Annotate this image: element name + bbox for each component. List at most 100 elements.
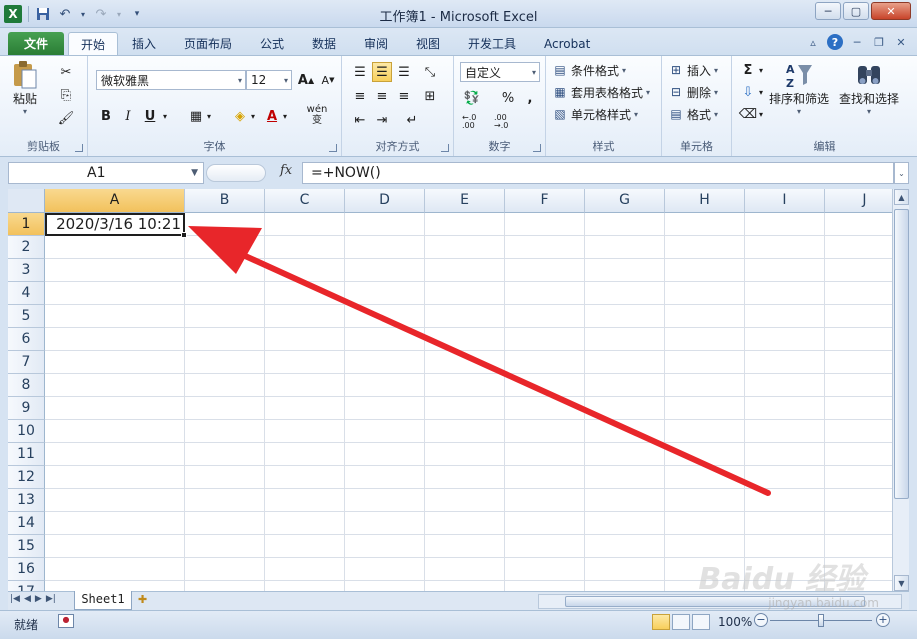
delete-cells-button[interactable]: ⊟ 删除 ▾	[668, 82, 718, 102]
prev-sheet-icon[interactable]: ◀	[24, 594, 31, 604]
tab-insert[interactable]: 插入	[120, 32, 168, 55]
name-box[interactable]: A1 ▼	[8, 162, 204, 184]
insert-cells-button[interactable]: ⊞ 插入 ▾	[668, 60, 718, 80]
workbook-close-icon[interactable]: ✕	[893, 34, 909, 50]
zoom-slider-thumb[interactable]	[818, 614, 824, 627]
zoom-out-icon[interactable]: −	[754, 613, 768, 627]
autosum-button[interactable]: Σ	[738, 60, 758, 80]
row-header-4[interactable]: 4	[8, 282, 45, 305]
grow-font-button[interactable]: A ▲	[296, 70, 316, 90]
fill-color-icon[interactable]: ◈	[230, 106, 250, 126]
decrease-indent-icon[interactable]: ⇤	[350, 110, 370, 130]
maximize-button[interactable]: ▢	[843, 2, 869, 20]
column-header-a[interactable]: A	[45, 189, 185, 213]
wrap-text-icon[interactable]: ↵	[402, 110, 422, 130]
row-header-9[interactable]: 9	[8, 397, 45, 420]
workbook-minimize-icon[interactable]: ─	[849, 34, 865, 50]
comma-button[interactable]: ,	[520, 88, 540, 108]
zoom-level[interactable]: 100%	[718, 615, 752, 629]
find-select-button[interactable]: 查找和选择 ▾	[834, 60, 904, 116]
clipboard-launcher-icon[interactable]	[75, 144, 83, 152]
name-box-dropdown-icon[interactable]: ▼	[191, 163, 198, 183]
collapse-ribbon-icon[interactable]: ▵	[805, 34, 821, 50]
record-macro-icon[interactable]: ●	[58, 614, 74, 628]
column-header-d[interactable]: D	[345, 189, 425, 213]
percent-button[interactable]: %	[498, 88, 518, 108]
row-header-17[interactable]: 17	[8, 581, 45, 591]
column-header-f[interactable]: F	[505, 189, 585, 213]
underline-dropdown-icon[interactable]: ▾	[160, 106, 170, 126]
row-header-8[interactable]: 8	[8, 374, 45, 397]
row-header-6[interactable]: 6	[8, 328, 45, 351]
close-button[interactable]: ✕	[871, 2, 911, 20]
next-sheet-icon[interactable]: ▶	[35, 594, 42, 604]
format-as-table-button[interactable]: ▦ 套用表格格式 ▾	[552, 82, 650, 102]
page-layout-view-icon[interactable]	[672, 614, 690, 630]
orientation-icon[interactable]: ⤡	[420, 62, 440, 82]
clear-dropdown-icon[interactable]: ▾	[756, 104, 766, 124]
bold-button[interactable]: B	[96, 106, 116, 126]
row-header-15[interactable]: 15	[8, 535, 45, 558]
number-format-select[interactable]: 自定义 ▾	[460, 62, 540, 82]
sort-filter-button[interactable]: AZ 排序和筛选 ▾	[768, 60, 830, 116]
tab-home[interactable]: 开始	[68, 32, 119, 55]
fill-dropdown-icon[interactable]: ▾	[756, 82, 766, 102]
autosum-dropdown-icon[interactable]: ▾	[756, 60, 766, 80]
tab-developer[interactable]: 开发工具	[456, 32, 528, 55]
row-header-12[interactable]: 12	[8, 466, 45, 489]
row-header-2[interactable]: 2	[8, 236, 45, 259]
format-painter-icon[interactable]: 🖌	[56, 108, 76, 128]
decrease-decimal-button[interactable]: .00 →.0	[494, 112, 520, 132]
column-header-i[interactable]: I	[745, 189, 825, 213]
paste-button[interactable]: 粘贴 ▾	[10, 60, 40, 116]
tab-data[interactable]: 数据	[300, 32, 348, 55]
shrink-font-button[interactable]: A ▼	[318, 70, 338, 90]
normal-view-icon[interactable]	[652, 614, 670, 630]
row-header-10[interactable]: 10	[8, 420, 45, 443]
select-all-corner[interactable]	[8, 189, 45, 213]
insert-function-icon[interactable]: fx	[280, 163, 292, 178]
cell-a1[interactable]: 2020/3/16 10:21	[45, 213, 185, 236]
help-icon[interactable]: ?	[827, 34, 843, 50]
cut-icon[interactable]: ✂	[56, 62, 76, 82]
formula-bar-resize-handle[interactable]	[206, 164, 266, 182]
row-header-7[interactable]: 7	[8, 351, 45, 374]
column-header-e[interactable]: E	[425, 189, 505, 213]
row-header-16[interactable]: 16	[8, 558, 45, 581]
tab-review[interactable]: 审阅	[352, 32, 400, 55]
row-header-1[interactable]: 1	[8, 213, 45, 236]
number-launcher-icon[interactable]	[533, 144, 541, 152]
last-sheet-icon[interactable]: ▶|	[46, 594, 56, 604]
column-header-c[interactable]: C	[265, 189, 345, 213]
tab-acrobat[interactable]: Acrobat	[532, 32, 602, 55]
row-header-13[interactable]: 13	[8, 489, 45, 512]
increase-decimal-button[interactable]: ←.0 .00	[462, 112, 488, 132]
vertical-scroll-thumb[interactable]	[894, 209, 909, 499]
alignment-launcher-icon[interactable]	[441, 144, 449, 152]
row-header-5[interactable]: 5	[8, 305, 45, 328]
increase-indent-icon[interactable]: ⇥	[372, 110, 392, 130]
insert-sheet-icon[interactable]: ✚	[138, 593, 158, 609]
first-sheet-icon[interactable]: |◀	[10, 594, 20, 604]
currency-icon[interactable]: 💱	[462, 88, 482, 108]
borders-icon[interactable]: ▦	[186, 106, 206, 126]
tab-file[interactable]: 文件	[8, 32, 64, 55]
align-bottom-icon[interactable]: ☰	[394, 62, 414, 82]
column-header-b[interactable]: B	[185, 189, 265, 213]
conditional-formatting-button[interactable]: ▤ 条件格式 ▾	[552, 60, 626, 80]
workbook-restore-icon[interactable]: ❐	[871, 34, 887, 50]
worksheet-grid[interactable]: ABCDEFGHIJ 1234567891011121314151617 202…	[8, 189, 892, 591]
align-top-icon[interactable]: ☰	[350, 62, 370, 82]
column-header-h[interactable]: H	[665, 189, 745, 213]
paste-dropdown-icon[interactable]: ▾	[23, 107, 27, 116]
scroll-up-icon[interactable]: ▲	[894, 189, 909, 205]
phonetic-icon[interactable]: wén 变	[302, 102, 332, 128]
copy-icon[interactable]: ⎘	[56, 85, 76, 105]
font-size-select[interactable]: 12 ▾	[246, 70, 292, 90]
merge-center-icon[interactable]: ⊞	[420, 86, 440, 106]
tab-formulas[interactable]: 公式	[248, 32, 296, 55]
align-right-icon[interactable]: ≡	[394, 86, 414, 106]
tab-view[interactable]: 视图	[404, 32, 452, 55]
row-header-14[interactable]: 14	[8, 512, 45, 535]
underline-button[interactable]: U	[140, 106, 160, 126]
